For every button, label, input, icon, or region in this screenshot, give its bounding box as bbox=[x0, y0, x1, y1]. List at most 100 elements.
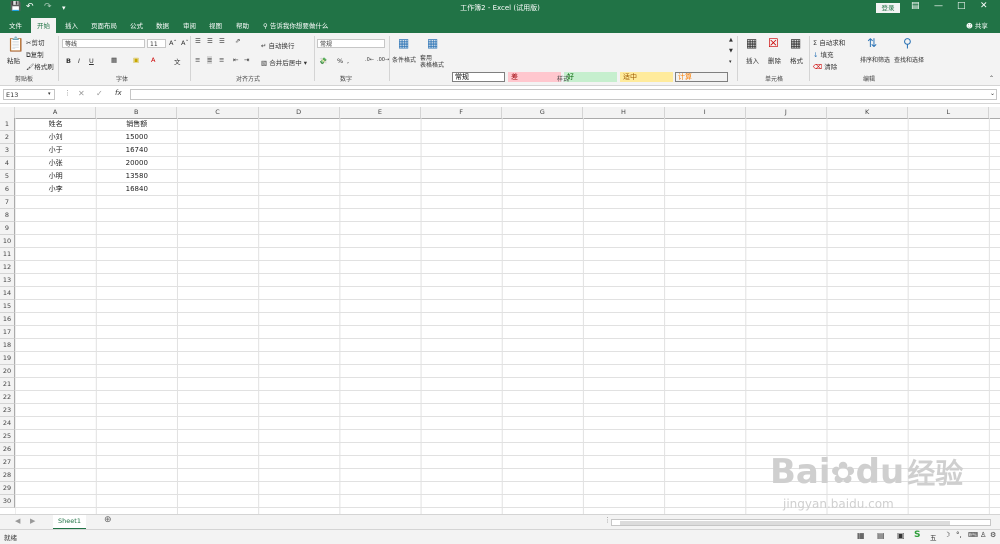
row-header[interactable]: 22 bbox=[0, 391, 15, 404]
ime-icon[interactable]: S bbox=[914, 530, 920, 540]
row-header[interactable]: 29 bbox=[0, 482, 15, 495]
bold-button[interactable]: B bbox=[66, 57, 71, 65]
sheet-tab-sheet1[interactable]: Sheet1 bbox=[53, 515, 86, 530]
row-header[interactable]: 25 bbox=[0, 430, 15, 443]
find-select-button[interactable]: 查找和选择 bbox=[894, 55, 924, 64]
clear-button[interactable]: ⌫ 清除 bbox=[813, 61, 837, 71]
close-icon[interactable]: ✕ bbox=[980, 1, 988, 11]
cell-style-swatch[interactable]: 计算 bbox=[675, 72, 728, 82]
percent-icon[interactable]: % bbox=[337, 57, 343, 65]
ime-wubi-icon[interactable]: 五 bbox=[930, 532, 937, 542]
ime-punct-icon[interactable]: °, bbox=[956, 531, 962, 539]
tab-home[interactable]: 开始 bbox=[31, 18, 56, 34]
conditional-format-button[interactable]: 条件格式 bbox=[392, 55, 416, 64]
column-header[interactable]: I bbox=[665, 107, 746, 118]
row-header[interactable]: 5 bbox=[0, 170, 15, 183]
row-header[interactable]: 1 bbox=[0, 118, 15, 131]
decrease-decimal-icon[interactable]: .00→ bbox=[377, 57, 389, 63]
row-header[interactable]: 10 bbox=[0, 235, 15, 248]
row-header[interactable]: 16 bbox=[0, 313, 15, 326]
delete-cells-button[interactable]: 删除 bbox=[768, 55, 781, 65]
wrap-text-button[interactable]: ↵ 自动换行 bbox=[261, 40, 295, 50]
scroll-left-icon[interactable]: ◀ bbox=[15, 517, 20, 525]
horizontal-scrollbar[interactable] bbox=[611, 519, 991, 526]
insert-cells-button[interactable]: 插入 bbox=[746, 55, 759, 65]
sort-filter-icon[interactable]: ⇅ bbox=[867, 36, 877, 50]
fill-color-icon[interactable]: ▣ bbox=[133, 56, 139, 64]
user-icon[interactable]: ♙ bbox=[980, 531, 986, 539]
delete-cells-icon[interactable]: ☒ bbox=[768, 36, 779, 50]
format-painter-button[interactable]: 🖌格式刷 bbox=[26, 61, 54, 71]
row-header[interactable]: 2 bbox=[0, 131, 15, 144]
row-header[interactable]: 19 bbox=[0, 352, 15, 365]
align-middle-icon[interactable]: ☰ bbox=[207, 37, 213, 45]
column-header[interactable]: J bbox=[746, 107, 827, 118]
cell-style-swatch[interactable]: 差 bbox=[508, 72, 561, 82]
row-header[interactable]: 15 bbox=[0, 300, 15, 313]
settings-icon[interactable]: ⚙ bbox=[990, 531, 996, 539]
row-header[interactable]: 11 bbox=[0, 248, 15, 261]
decrease-indent-icon[interactable]: ⇤ bbox=[233, 56, 238, 64]
align-left-icon[interactable]: ≡ bbox=[195, 56, 200, 64]
login-button[interactable]: 登录 bbox=[876, 3, 900, 13]
column-header[interactable]: C bbox=[177, 107, 259, 118]
tab-help[interactable]: 帮助 bbox=[236, 20, 249, 30]
row-header[interactable]: 7 bbox=[0, 196, 15, 209]
table-cell[interactable]: 小明 bbox=[15, 170, 96, 183]
shrink-font-icon[interactable]: Aˇ bbox=[181, 39, 189, 47]
column-header[interactable]: B bbox=[96, 107, 178, 118]
sort-filter-button[interactable]: 排序和筛选 bbox=[860, 55, 890, 64]
row-header[interactable]: 21 bbox=[0, 378, 15, 391]
column-header[interactable]: F bbox=[421, 107, 503, 118]
column-header[interactable]: L bbox=[908, 107, 990, 118]
gallery-down-icon[interactable]: ▼ bbox=[729, 48, 733, 54]
row-header[interactable]: 12 bbox=[0, 261, 15, 274]
row-header[interactable]: 6 bbox=[0, 183, 15, 196]
font-size-select[interactable]: 11 bbox=[147, 39, 166, 48]
increase-indent-icon[interactable]: ⇥ bbox=[244, 56, 249, 64]
underline-button[interactable]: U bbox=[89, 57, 94, 65]
normal-view-icon[interactable]: ▦ bbox=[857, 531, 865, 540]
table-cell[interactable]: 15000 bbox=[96, 131, 177, 144]
grow-font-icon[interactable]: Aˆ bbox=[169, 39, 177, 47]
column-header[interactable]: D bbox=[259, 107, 340, 118]
row-header[interactable]: 8 bbox=[0, 209, 15, 222]
collapse-ribbon-icon[interactable]: ⌃ bbox=[989, 75, 994, 82]
table-cell[interactable]: 销售额 bbox=[96, 118, 177, 131]
increase-decimal-icon[interactable]: .0← bbox=[365, 57, 374, 63]
tab-review[interactable]: 审阅 bbox=[183, 20, 196, 30]
tab-insert[interactable]: 插入 bbox=[65, 20, 78, 30]
font-name-select[interactable]: 等线 bbox=[62, 39, 145, 48]
tab-data[interactable]: 数据 bbox=[156, 20, 169, 30]
font-color-icon[interactable]: A bbox=[151, 56, 155, 64]
row-header[interactable]: 14 bbox=[0, 287, 15, 300]
row-header[interactable]: 28 bbox=[0, 469, 15, 482]
column-header[interactable]: A bbox=[15, 107, 97, 118]
find-select-icon[interactable]: ⚲ bbox=[903, 36, 912, 50]
align-top-icon[interactable]: ☰ bbox=[195, 37, 201, 45]
row-header[interactable]: 26 bbox=[0, 443, 15, 456]
row-header[interactable]: 9 bbox=[0, 222, 15, 235]
insert-cells-icon[interactable]: ▦ bbox=[746, 36, 757, 50]
borders-icon[interactable]: ▦ bbox=[111, 56, 117, 64]
page-layout-view-icon[interactable]: ▤ bbox=[877, 531, 885, 540]
italic-button[interactable]: I bbox=[78, 57, 80, 65]
select-all-corner[interactable] bbox=[0, 107, 15, 118]
table-cell[interactable]: 小李 bbox=[15, 183, 96, 196]
row-header[interactable]: 3 bbox=[0, 144, 15, 157]
table-cell[interactable]: 小张 bbox=[15, 157, 96, 170]
tell-me-search[interactable]: ⚲ 告诉我你想要做什么 bbox=[263, 20, 328, 30]
gallery-up-icon[interactable]: ▲ bbox=[729, 37, 733, 43]
row-header[interactable]: 4 bbox=[0, 157, 15, 170]
column-header[interactable]: K bbox=[827, 107, 909, 118]
cell-style-swatch[interactable]: 好 bbox=[564, 72, 617, 82]
gallery-more-icon[interactable]: ▾ bbox=[729, 59, 732, 65]
tab-page-layout[interactable]: 页面布局 bbox=[91, 20, 117, 30]
table-cell[interactable]: 16840 bbox=[96, 183, 177, 196]
enter-icon[interactable]: ✓ bbox=[96, 89, 103, 98]
row-header[interactable]: 20 bbox=[0, 365, 15, 378]
number-format-select[interactable]: 常规 bbox=[317, 39, 385, 48]
row-header[interactable]: 23 bbox=[0, 404, 15, 417]
table-cell[interactable]: 姓名 bbox=[15, 118, 96, 131]
table-cell[interactable]: 小刘 bbox=[15, 131, 96, 144]
